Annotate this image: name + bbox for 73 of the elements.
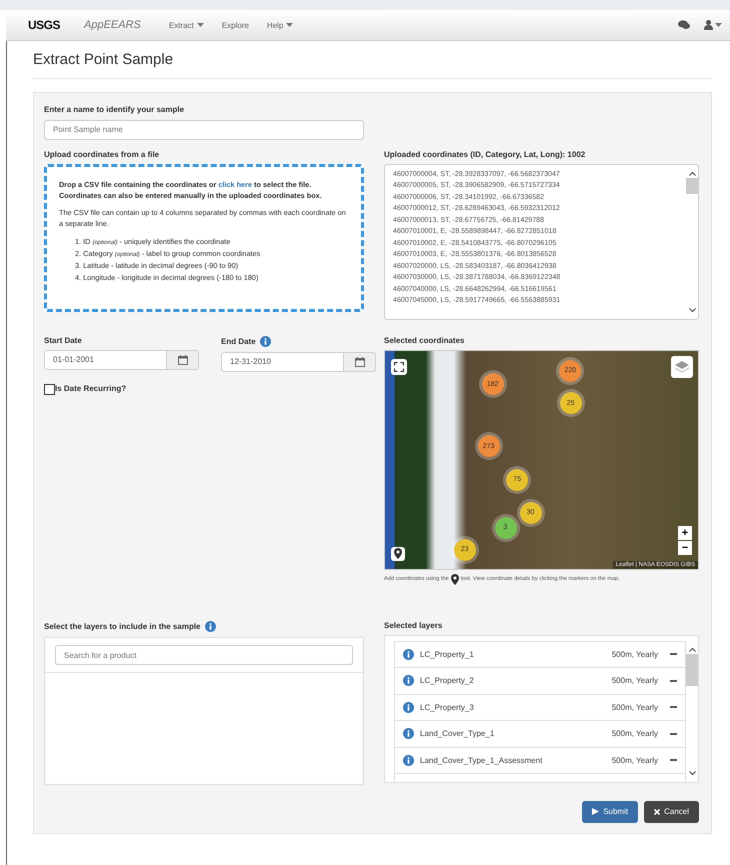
checkbox-label: Is Date Recurring? bbox=[55, 384, 126, 392]
field-label: Uploaded coordinates (ID, Category, Lat, Long): 1002 bbox=[384, 150, 586, 158]
info-icon[interactable] bbox=[403, 702, 414, 713]
submit-button[interactable]: Submit bbox=[582, 800, 638, 822]
scrollbar-thumb[interactable] bbox=[686, 654, 698, 686]
layers-button[interactable] bbox=[671, 356, 693, 378]
caret-icon bbox=[196, 23, 204, 27]
field-label: Upload coordinates from a file bbox=[44, 150, 160, 158]
info-icon[interactable] bbox=[403, 648, 414, 660]
caret-icon bbox=[715, 23, 722, 27]
add-marker-button[interactable] bbox=[391, 546, 405, 560]
layer-detail: 500m, Yearly bbox=[612, 729, 658, 738]
scroll-up-icon[interactable] bbox=[688, 170, 696, 176]
field-label: End Date bbox=[221, 336, 256, 346]
calendar-button[interactable] bbox=[167, 350, 199, 370]
scroll-up-icon[interactable] bbox=[688, 646, 696, 652]
fullscreen-icon bbox=[394, 362, 404, 372]
zoom-in-button[interactable]: + bbox=[678, 526, 692, 540]
field-label: Start Date bbox=[44, 336, 82, 344]
scroll-down-icon[interactable] bbox=[688, 770, 696, 776]
layer-detail: 500m, Yearly bbox=[612, 676, 658, 686]
play-icon bbox=[592, 808, 600, 815]
menu-item[interactable]: Explore bbox=[222, 20, 249, 30]
info-icon[interactable] bbox=[403, 728, 414, 740]
field-label: Selected coordinates bbox=[384, 336, 464, 344]
pin-icon bbox=[394, 548, 402, 559]
layer-name: Land_Cover_Type_1 bbox=[420, 729, 496, 738]
caret-icon bbox=[286, 23, 294, 27]
remove-icon[interactable] bbox=[670, 706, 677, 708]
cancel-button[interactable]: Cancel bbox=[644, 800, 699, 822]
layer-detail: 500m, Yearly bbox=[612, 702, 658, 712]
close-icon bbox=[654, 808, 660, 814]
calendar-button[interactable] bbox=[344, 352, 376, 372]
calendar-icon bbox=[354, 356, 364, 366]
remove-icon[interactable] bbox=[670, 732, 677, 735]
user-icon bbox=[704, 20, 713, 30]
info-icon[interactable] bbox=[204, 620, 216, 632]
layer-name: LC_Property_3 bbox=[420, 702, 475, 712]
remove-icon[interactable] bbox=[670, 653, 677, 656]
scroll-down-icon[interactable] bbox=[688, 308, 696, 312]
pin-icon bbox=[450, 574, 459, 584]
layer-detail: 500m, Yearly bbox=[612, 756, 658, 765]
menu-item[interactable]: Extract bbox=[168, 20, 204, 30]
info-icon[interactable] bbox=[403, 754, 414, 766]
layer-detail: 500m, Yearly bbox=[612, 650, 658, 659]
info-icon[interactable] bbox=[403, 675, 414, 686]
field-label: Selected layers bbox=[384, 620, 442, 630]
layer-name: LC_Property_2 bbox=[420, 676, 475, 686]
layers-icon bbox=[675, 360, 689, 372]
layer-name: Land_Cover_Type_1_Assessment bbox=[420, 756, 544, 765]
coordinates-textarea[interactable] bbox=[384, 164, 699, 320]
user-menu[interactable] bbox=[704, 20, 722, 30]
calendar-icon bbox=[178, 354, 188, 364]
menu-item[interactable]: Help bbox=[266, 20, 294, 30]
zoom-out-button[interactable]: − bbox=[678, 540, 692, 554]
scrollbar-thumb[interactable] bbox=[686, 178, 698, 194]
sample-name-field[interactable]: Point Sample name bbox=[44, 120, 364, 140]
field-label: Select the layers to include in the sample bbox=[44, 622, 200, 630]
product-search-field[interactable]: Search for a product bbox=[55, 645, 353, 665]
app-name[interactable]: AppEEARS bbox=[84, 19, 141, 31]
field-label: Enter a name to identify your sample bbox=[44, 105, 184, 114]
info-icon[interactable] bbox=[260, 336, 271, 346]
remove-icon[interactable] bbox=[670, 680, 677, 682]
checkbox[interactable] bbox=[44, 384, 55, 394]
date-field[interactable]: 12-31-2010 bbox=[221, 352, 344, 372]
chat-icon[interactable] bbox=[678, 20, 690, 30]
usgs-logo[interactable]: USGS bbox=[28, 19, 60, 31]
file-drop-zone[interactable] bbox=[44, 164, 364, 312]
remove-icon[interactable] bbox=[670, 759, 677, 762]
layer-name: LC_Property_1 bbox=[420, 650, 475, 659]
date-field[interactable]: 01-01-2001 bbox=[44, 350, 167, 370]
page-title: Extract Point Sample bbox=[33, 51, 712, 79]
fullscreen-button[interactable] bbox=[391, 358, 407, 374]
